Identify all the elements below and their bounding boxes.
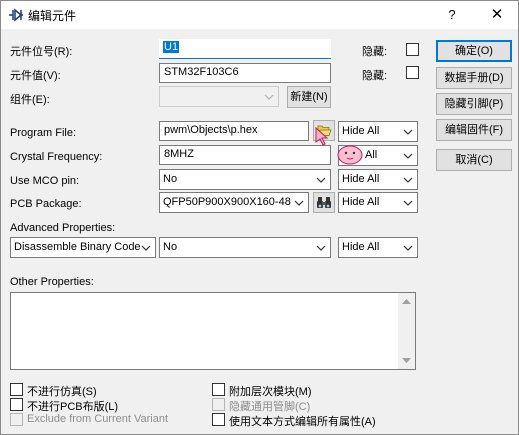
attach-hierarchy-label: 附加层次模块(M) — [229, 386, 312, 398]
hide-value-checkbox[interactable] — [406, 66, 419, 79]
crystal-frequency-input[interactable]: 8MHZ — [159, 145, 331, 165]
value-input[interactable]: STM32F103C6 — [159, 63, 331, 83]
advanced-value-select[interactable]: No — [159, 237, 331, 258]
mco-pin-label: Use MCO pin: — [10, 175, 80, 187]
crystal-frequency-label: Crystal Frequency: — [10, 151, 103, 163]
exclude-variant-checkbox — [10, 413, 23, 426]
new-group-button[interactable]: 新建(N) — [287, 86, 331, 108]
other-properties-label: Other Properties: — [10, 276, 94, 288]
title-bar: 编辑元件 ? ✕ — [1, 1, 518, 29]
chevron-down-icon — [316, 245, 326, 251]
chevron-down-icon — [316, 177, 326, 183]
advanced-visibility-value: Hide All — [342, 241, 380, 253]
pcb-package-label: PCB Package: — [10, 198, 82, 210]
crystal-frequency-value: 8MHZ — [164, 148, 194, 160]
advanced-property-select[interactable]: Disassemble Binary Code — [10, 237, 156, 258]
mco-pin-select[interactable]: No — [159, 169, 331, 190]
chevron-down-icon — [403, 245, 413, 251]
designator-label: 元件位号(R): — [10, 46, 73, 58]
hide-designator-label: 隐藏: — [362, 46, 388, 58]
pcb-visibility-value: Hide All — [342, 196, 380, 208]
close-button[interactable]: ✕ — [482, 3, 512, 27]
hide-common-pins-checkbox — [212, 398, 225, 411]
attach-hierarchy-checkbox[interactable] — [212, 383, 225, 396]
ok-button[interactable]: 确定(O) — [436, 40, 512, 62]
edit-as-text-checkbox[interactable] — [212, 413, 225, 426]
binoculars-icon — [317, 197, 331, 208]
edit-firmware-button[interactable]: 编辑固件(F) — [436, 119, 512, 141]
crystal-visibility-value: All — [365, 149, 378, 161]
mco-visibility-select[interactable]: Hide All — [338, 169, 418, 190]
exclude-simulation-checkbox[interactable] — [10, 383, 23, 396]
exclude-simulation-label: 不进行仿真(S) — [27, 386, 97, 398]
advanced-property-value: Disassemble Binary Code — [14, 241, 141, 253]
hide-value-label: 隐藏: — [362, 70, 388, 82]
program-file-value: pwm\Objects\p.hex — [164, 124, 258, 136]
program-file-label: Program File: — [10, 127, 77, 139]
exclude-pcb-checkbox[interactable] — [10, 398, 23, 411]
value-label: 元件值(V): — [10, 70, 61, 82]
hide-common-pins-label: 隐藏通用管脚(C) — [229, 401, 311, 413]
program-file-input[interactable]: pwm\Objects\p.hex — [159, 121, 309, 141]
chevron-down-icon — [403, 200, 413, 206]
group-select[interactable] — [159, 86, 279, 107]
datasheet-button[interactable]: 数据手册(D) — [436, 67, 512, 89]
exclude-variant-label: Exclude from Current Variant — [27, 413, 169, 425]
designator-input[interactable]: U1 — [159, 39, 331, 59]
edit-component-dialog: 编辑元件 ? ✕ 元件位号(R): U1 隐藏: 元件值(V): STM32F1… — [0, 0, 519, 435]
value-text: STM32F103C6 — [164, 66, 239, 78]
scrollbar[interactable] — [398, 293, 415, 369]
group-label: 组件(E): — [10, 94, 50, 106]
exclude-pcb-label: 不进行PCB布版(L) — [27, 401, 119, 413]
window-title: 编辑元件 — [28, 9, 77, 23]
mco-visibility-value: Hide All — [342, 173, 380, 185]
chevron-down-icon — [264, 94, 274, 100]
pcb-package-value: QFP50P900X900X160-48 — [163, 196, 291, 208]
advanced-visibility-select[interactable]: Hide All — [338, 237, 418, 258]
hidden-pins-button[interactable]: 隐藏引脚(P) — [436, 93, 512, 115]
chevron-down-icon — [403, 177, 413, 183]
component-icon — [9, 8, 23, 22]
cancel-button[interactable]: 取消(C) — [436, 149, 512, 171]
chevron-down-icon — [403, 153, 413, 159]
scroll-up-icon[interactable] — [402, 298, 411, 304]
chevron-down-icon — [141, 245, 151, 251]
advanced-properties-label: Advanced Properties: — [10, 222, 116, 234]
hide-designator-checkbox[interactable] — [406, 43, 419, 56]
browse-package-button[interactable] — [313, 192, 335, 213]
pcb-package-select[interactable]: QFP50P900X900X160-48 — [159, 192, 309, 213]
chevron-down-icon — [403, 129, 413, 135]
edit-as-text-label: 使用文本方式编辑所有属性(A) — [229, 416, 376, 428]
designator-value: U1 — [163, 41, 180, 53]
scroll-down-icon[interactable] — [402, 358, 411, 364]
advanced-value-value: No — [163, 241, 178, 253]
other-properties-textarea[interactable] — [10, 292, 416, 370]
mco-pin-value: No — [163, 173, 178, 185]
help-button[interactable]: ? — [439, 3, 465, 27]
pcb-visibility-select[interactable]: Hide All — [338, 192, 418, 213]
pink-pointer-icon — [315, 126, 363, 165]
chevron-down-icon — [294, 200, 304, 206]
